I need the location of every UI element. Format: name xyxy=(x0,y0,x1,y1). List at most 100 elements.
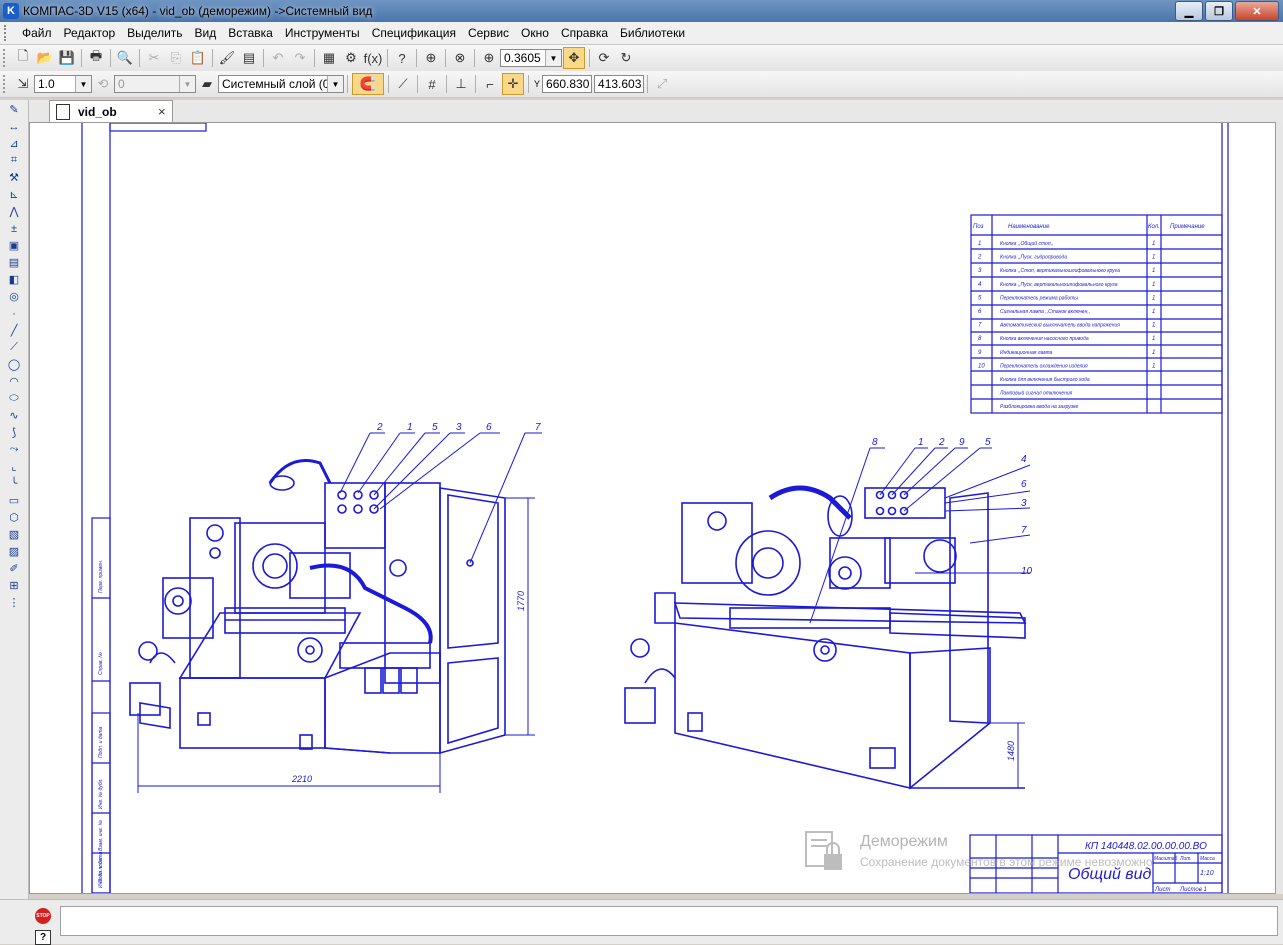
chevron-down-icon[interactable]: ▼ xyxy=(327,76,343,92)
cut-icon[interactable]: ✂ xyxy=(144,48,164,68)
chevron-down-icon[interactable]: ▼ xyxy=(545,50,561,66)
expand-toolbar-icon[interactable]: ⤢ xyxy=(652,74,672,94)
toolbar-grip[interactable] xyxy=(3,75,8,93)
menu-insert[interactable]: Вставка xyxy=(222,26,279,40)
open-folder-icon[interactable]: 📂 xyxy=(35,48,55,68)
parametrization-icon[interactable]: ⚒ xyxy=(4,170,24,185)
save-icon[interactable]: 💾 xyxy=(57,48,77,68)
layer-combo[interactable]: Системный слой (0) ▼ xyxy=(218,75,344,93)
variables-icon[interactable]: ⚙ xyxy=(341,48,361,68)
spec-row-pos: 10 xyxy=(978,363,985,369)
regenerate-icon[interactable]: ⟳ xyxy=(594,48,614,68)
ortho-mode-icon[interactable]: ⌐ xyxy=(480,74,500,94)
paste-icon[interactable]: 📋 xyxy=(188,48,208,68)
zoom-window-icon[interactable]: ⊕ xyxy=(421,48,441,68)
context-help-icon[interactable]: ? xyxy=(392,48,412,68)
hatch-icon[interactable]: ▧ xyxy=(4,527,24,542)
drawing-sheet[interactable]: 2210 1770 1480 2 1 5 3 6 7 8 1 2 9 5 4 6 3 7 10 Поз Наименов… xyxy=(30,123,1275,893)
copy-icon[interactable]: ⎘ xyxy=(166,48,186,68)
close-tab-icon[interactable]: × xyxy=(158,104,172,119)
dimension-tool-icon[interactable]: ↔ xyxy=(4,119,24,134)
snap-magnet-icon[interactable]: 🧲 xyxy=(352,73,384,95)
stop-button[interactable]: STOP xyxy=(35,908,51,924)
menu-file[interactable]: Файл xyxy=(16,26,58,40)
rectangle-icon[interactable]: ▭ xyxy=(4,493,24,508)
polygon-icon[interactable]: ⬡ xyxy=(4,510,24,525)
menu-editor[interactable]: Редактор xyxy=(58,26,122,40)
menu-grip[interactable] xyxy=(4,25,10,41)
collection-icon[interactable]: ⊞ xyxy=(4,578,24,593)
contour-icon[interactable]: ✐ xyxy=(4,561,24,576)
redo-icon[interactable]: ↷ xyxy=(290,48,310,68)
coord-y-field[interactable]: 413.603 xyxy=(594,75,645,93)
circle-icon[interactable]: ◯ xyxy=(4,357,24,372)
menu-help[interactable]: Справка xyxy=(555,26,614,40)
line-scale-combo[interactable]: 1.0 ▼ xyxy=(34,75,92,93)
select-icon[interactable]: ⋀ xyxy=(4,204,24,219)
menu-tools[interactable]: Инструменты xyxy=(279,26,366,40)
close-window-button[interactable]: ✕ xyxy=(1235,1,1279,21)
print-icon[interactable]: 🖶 xyxy=(86,48,106,68)
chevron-down-icon[interactable]: ▼ xyxy=(75,76,91,92)
arc-icon[interactable]: ◠ xyxy=(4,374,24,389)
layer-icon[interactable]: ▰ xyxy=(197,74,217,94)
point-icon[interactable]: · xyxy=(4,306,24,321)
angle-icon[interactable]: ⟲ xyxy=(93,74,113,94)
fill-icon[interactable]: ▨ xyxy=(4,544,24,559)
fillet-icon[interactable]: ╰ xyxy=(4,476,24,491)
geometry-tool-icon[interactable]: ✎ xyxy=(4,102,24,117)
zoom-all-icon[interactable]: ⊗ xyxy=(450,48,470,68)
undo-icon[interactable]: ↶ xyxy=(268,48,288,68)
drawing-canvas[interactable]: 2210 1770 1480 2 1 5 3 6 7 8 1 2 9 5 4 6 3 7 10 Поз Наименов… xyxy=(29,122,1276,894)
zoom-combo[interactable]: 0.3605 ▼ xyxy=(500,49,562,67)
grid-icon[interactable]: # xyxy=(422,74,442,94)
menu-specification[interactable]: Спецификация xyxy=(366,26,462,40)
view-icon[interactable]: ◎ xyxy=(4,289,24,304)
new-document-icon[interactable]: 🗋 xyxy=(13,48,33,68)
binding-strip-label: Инв. № подл. xyxy=(98,857,104,888)
menu-service[interactable]: Сервис xyxy=(462,26,515,40)
ellipse-icon[interactable]: ⬭ xyxy=(4,391,24,406)
pan-icon[interactable]: ✥ xyxy=(563,47,585,69)
edit-tool-icon[interactable]: ⌗ xyxy=(4,153,24,168)
local-cs-icon[interactable]: ⊥ xyxy=(451,74,471,94)
angle-combo[interactable]: 0 ▼ xyxy=(114,75,196,93)
toolbar-grip[interactable] xyxy=(3,49,8,67)
more-tools-icon[interactable]: ⋮ xyxy=(4,595,24,610)
nurbs-icon[interactable]: ⤳ xyxy=(4,442,24,457)
bezier-icon[interactable]: ⟆ xyxy=(4,425,24,440)
kompas-app-icon[interactable]: K xyxy=(3,3,19,19)
aux-line-icon[interactable]: ╱ xyxy=(4,323,24,338)
segment-icon[interactable]: ⟋ xyxy=(4,340,24,355)
ortho-icon[interactable]: ⟋ xyxy=(393,74,413,94)
chamfer-icon[interactable]: ⌞ xyxy=(4,459,24,474)
fragment-icon[interactable]: ◧ xyxy=(4,272,24,287)
cursor-coords-icon[interactable]: ✛ xyxy=(502,73,524,95)
refresh-icon[interactable]: ↻ xyxy=(616,48,636,68)
title-block-scale-header: Масштаб xyxy=(1154,856,1178,862)
reports-icon[interactable]: ▣ xyxy=(4,238,24,253)
manager-icon[interactable]: ▦ xyxy=(319,48,339,68)
restore-button[interactable]: ❐ xyxy=(1205,1,1233,21)
coord-x-field[interactable]: 660.830 xyxy=(542,75,593,93)
copy-properties-icon[interactable]: 🖌 xyxy=(217,48,237,68)
zoom-in-icon[interactable]: ⊕ xyxy=(479,48,499,68)
minimize-button[interactable]: ▁ xyxy=(1175,1,1203,21)
menu-view[interactable]: Вид xyxy=(189,26,223,40)
vertical-scrollbar[interactable] xyxy=(1276,122,1283,894)
spec-header-note: Примечание xyxy=(1170,224,1205,230)
insert-icon[interactable]: ▤ xyxy=(4,255,24,270)
properties-icon[interactable]: ▤ xyxy=(239,48,259,68)
function-icon[interactable]: f(x) xyxy=(363,48,383,68)
chevron-down-icon[interactable]: ▼ xyxy=(179,76,195,92)
measure-icon[interactable]: ⊾ xyxy=(4,187,24,202)
symbols-tool-icon[interactable]: ⊿ xyxy=(4,136,24,151)
spec-icon[interactable]: ± xyxy=(4,221,24,236)
polyline-icon[interactable]: ∿ xyxy=(4,408,24,423)
menu-select[interactable]: Выделить xyxy=(121,26,188,40)
line-scale-icon[interactable]: ⇲ xyxy=(13,74,33,94)
tab-vid-ob[interactable]: vid_ob × xyxy=(49,100,173,122)
print-preview-icon[interactable]: 🔍 xyxy=(115,48,135,68)
menu-libraries[interactable]: Библиотеки xyxy=(614,26,691,40)
menu-window[interactable]: Окно xyxy=(515,26,555,40)
